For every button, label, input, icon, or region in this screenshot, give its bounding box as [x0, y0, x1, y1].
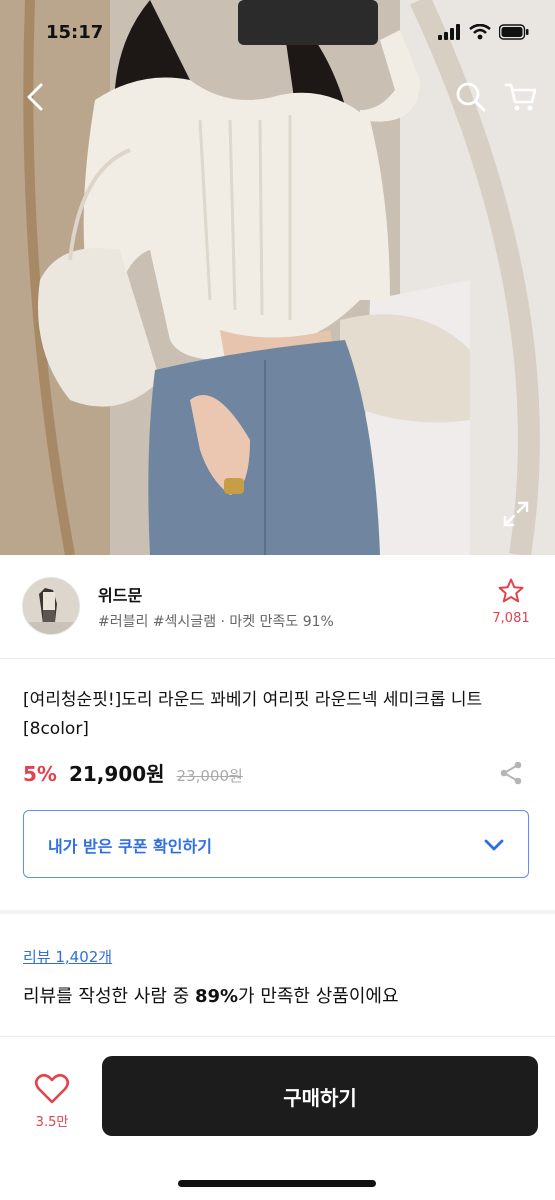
cart-icon: [504, 83, 537, 111]
like-button[interactable]: 3.5만: [24, 1073, 80, 1130]
coupon-label: 내가 받은 쿠폰 확인하기: [48, 837, 212, 856]
product-title: [여리청순핏!]도리 라운드 꽈베기 여리핏 라운드넥 세미크롭 니트[8col…: [23, 690, 483, 739]
status-bar: 15:17: [0, 0, 555, 62]
seller-name[interactable]: 위드문: [98, 582, 142, 606]
review-summary: 리뷰를 작성한 사람 중 89%가 만족한 상품이에요: [23, 982, 399, 1008]
price-row: 5% 21,900원 23,000원: [23, 758, 243, 788]
seller-avatar-image: [23, 578, 79, 634]
back-button[interactable]: [20, 80, 54, 114]
review-summary-suffix: 가 만족한 상품이에요: [238, 986, 399, 1007]
share-icon: [500, 761, 522, 785]
review-count-link[interactable]: 리뷰 1,402개: [23, 946, 112, 967]
battery-icon: [499, 24, 529, 40]
chevron-left-icon: [27, 83, 43, 111]
seller-avatar[interactable]: [22, 577, 80, 635]
seller-favorite-count: 7,081: [492, 611, 530, 626]
signal-icon: [438, 24, 460, 40]
like-count: 3.5만: [35, 1115, 69, 1130]
search-button[interactable]: [454, 80, 488, 114]
chevron-down-icon: [484, 839, 504, 851]
share-button[interactable]: [496, 758, 526, 788]
review-summary-prefix: 리뷰를 작성한 사람 중: [23, 986, 195, 1007]
buy-button[interactable]: 구매하기: [102, 1056, 538, 1136]
bottom-action-bar: 3.5만 구매하기: [0, 1036, 555, 1200]
status-time: 15:17: [46, 22, 104, 43]
expand-icon: [503, 501, 529, 527]
heart-icon: [34, 1073, 70, 1104]
section-divider: [0, 910, 555, 914]
original-price: 23,000원: [176, 767, 243, 785]
wifi-icon: [469, 24, 491, 40]
seller-meta: #러블리 #섹시글램 · 마켓 만족도 91%: [98, 614, 334, 630]
star-icon: [498, 578, 524, 603]
status-icons: [437, 24, 529, 40]
product-image[interactable]: 15:17: [0, 0, 555, 555]
discount-rate: 5%: [23, 762, 57, 786]
search-icon: [456, 82, 486, 112]
cart-button[interactable]: [504, 80, 538, 114]
seller-section[interactable]: 위드문 #러블리 #섹시글램 · 마켓 만족도 91% 7,081: [0, 555, 555, 659]
coupon-check-button[interactable]: 내가 받은 쿠폰 확인하기: [23, 810, 529, 878]
sale-price: 21,900원: [68, 762, 165, 786]
review-satisfaction-percent: 89%: [194, 986, 239, 1007]
seller-favorite-button[interactable]: 7,081: [488, 577, 534, 626]
home-indicator: [178, 1180, 376, 1187]
expand-image-button[interactable]: [500, 498, 532, 530]
